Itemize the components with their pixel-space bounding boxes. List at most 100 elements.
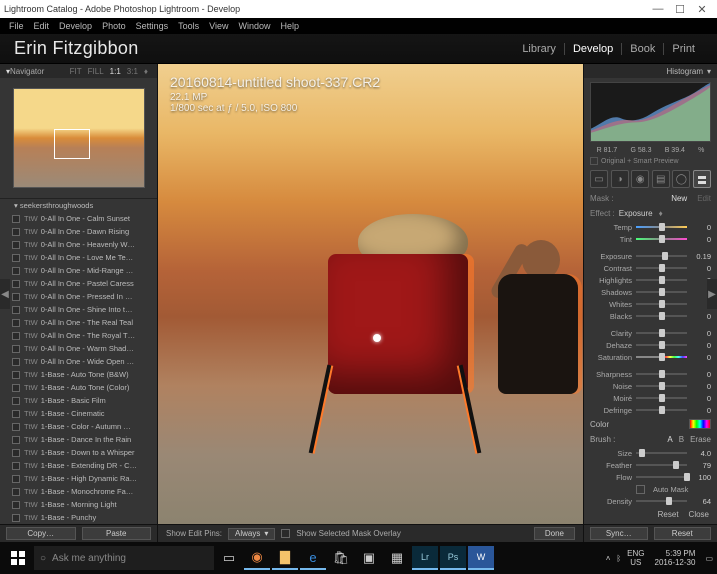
- preset-item[interactable]: TtW1-Base - Extending DR - C…: [0, 459, 157, 472]
- slider-feather[interactable]: Feather79: [590, 459, 711, 471]
- nav-zoom-fill[interactable]: FILL: [85, 67, 107, 76]
- slider-flow[interactable]: Flow100: [590, 471, 711, 483]
- slider-density[interactable]: Density64: [590, 495, 711, 507]
- module-print[interactable]: Print: [664, 43, 703, 55]
- menu-settings[interactable]: Settings: [131, 21, 174, 31]
- close-button[interactable]: ✕: [691, 3, 713, 16]
- brush-b[interactable]: B: [679, 435, 684, 444]
- adjustment-pin[interactable]: [373, 334, 381, 342]
- taskbar-app2-icon[interactable]: ▦: [384, 546, 410, 570]
- brush-erase[interactable]: Erase: [690, 435, 711, 444]
- taskbar-app1-icon[interactable]: ▣: [356, 546, 382, 570]
- preset-item[interactable]: TtW0-All In One - Love Me Te…: [0, 251, 157, 264]
- slider-temp[interactable]: Temp0: [590, 221, 711, 233]
- automask-row[interactable]: Auto Mask: [590, 483, 711, 495]
- mask-edit-button[interactable]: Edit: [697, 194, 711, 203]
- slider-size[interactable]: Size4.0: [590, 447, 711, 459]
- preset-item[interactable]: TtW1-Base - Morning Light: [0, 498, 157, 511]
- tray-bluetooth-icon[interactable]: ᛒ: [616, 554, 621, 563]
- menu-window[interactable]: Window: [234, 21, 276, 31]
- crop-tool-icon[interactable]: ▭: [590, 170, 608, 188]
- gradient-tool-icon[interactable]: ▤: [652, 170, 670, 188]
- mask-new-button[interactable]: New: [671, 194, 687, 203]
- slider-blacks[interactable]: Blacks0: [590, 310, 711, 322]
- tray-clock[interactable]: 5:39 PM2016-12-30: [651, 549, 700, 567]
- slider-tint[interactable]: Tint0: [590, 233, 711, 245]
- slider-saturation[interactable]: Saturation0: [590, 351, 711, 363]
- original-checkbox[interactable]: [590, 157, 598, 165]
- tray-up-icon[interactable]: ˄: [606, 554, 611, 563]
- preset-item[interactable]: TtW1-Base - High Dynamic Ra…: [0, 472, 157, 485]
- taskbar-word-icon[interactable]: W: [468, 546, 494, 570]
- preset-item[interactable]: TtW1-Base - Monochrome Fa…: [0, 485, 157, 498]
- preset-item[interactable]: TtW0-All In One - Shine Into t…: [0, 303, 157, 316]
- slider-sharpness[interactable]: Sharpness0: [590, 368, 711, 380]
- minimize-button[interactable]: —: [647, 3, 669, 15]
- system-tray[interactable]: ˄ ᛒ ENGUS 5:39 PM2016-12-30 ▭: [606, 549, 713, 567]
- nav-zoom-1to1[interactable]: 1:1: [107, 67, 124, 76]
- taskbar-lightroom-icon[interactable]: Lr: [412, 546, 438, 570]
- preset-item[interactable]: TtW0-All In One - Calm Sunset: [0, 212, 157, 225]
- preset-item[interactable]: TtW0-All In One - Pressed In …: [0, 290, 157, 303]
- slider-moiré[interactable]: Moiré0: [590, 392, 711, 404]
- show-mask-checkbox[interactable]: [281, 529, 290, 538]
- taskbar-edge-icon[interactable]: e: [300, 546, 326, 570]
- slider-whites[interactable]: Whites0: [590, 298, 711, 310]
- nav-zoom-fit[interactable]: FIT: [67, 67, 85, 76]
- preset-item[interactable]: TtW0-All In One - Heavenly W…: [0, 238, 157, 251]
- preset-item[interactable]: TtW1-Base - Down to a Whisper: [0, 446, 157, 459]
- slider-contrast[interactable]: Contrast0: [590, 262, 711, 274]
- preset-item[interactable]: TtW0-All In One - Mid-Range …: [0, 264, 157, 277]
- nav-zoom-3to1[interactable]: 3:1: [124, 67, 141, 76]
- menu-file[interactable]: File: [4, 21, 29, 31]
- navigator-thumbnail[interactable]: [0, 78, 157, 198]
- slider-dehaze[interactable]: Dehaze0: [590, 339, 711, 351]
- effect-row[interactable]: Effect : Exposure ♦: [584, 206, 717, 221]
- original-preview-row[interactable]: Original + Smart Preview: [584, 155, 717, 167]
- menu-photo[interactable]: Photo: [97, 21, 131, 31]
- preset-item[interactable]: TtW1-Base - Cinematic: [0, 407, 157, 420]
- preset-item[interactable]: TtW0-All In One - The Royal T…: [0, 329, 157, 342]
- image-canvas[interactable]: 20160814-untitled shoot-337.CR2 22.1 MP …: [158, 64, 583, 524]
- show-edit-pins-select[interactable]: Always ▾: [228, 528, 275, 540]
- menu-view[interactable]: View: [204, 21, 233, 31]
- taskbar-search[interactable]: ○ Ask me anything: [34, 546, 214, 570]
- preset-item[interactable]: TtW1-Base - Auto Tone (Color): [0, 381, 157, 394]
- preset-item[interactable]: TtW0-All In One - Wide Open …: [0, 355, 157, 368]
- histogram-header[interactable]: Histogram ▾: [584, 64, 717, 78]
- preset-item[interactable]: TtW1-Base - Dance In the Rain: [0, 433, 157, 446]
- brush-tool-icon[interactable]: 〓: [693, 170, 711, 188]
- preset-item[interactable]: TtW0-All In One - Dawn Rising: [0, 225, 157, 238]
- tray-language[interactable]: ENGUS: [627, 549, 644, 567]
- module-book[interactable]: Book: [622, 43, 664, 55]
- right-panel-handle-icon[interactable]: ▶: [707, 279, 717, 309]
- slider-exposure[interactable]: Exposure0.19: [590, 250, 711, 262]
- module-library[interactable]: Library: [514, 43, 565, 55]
- paste-button[interactable]: Paste: [82, 527, 152, 540]
- start-button[interactable]: [4, 546, 32, 570]
- slider-shadows[interactable]: Shadows0: [590, 286, 711, 298]
- taskbar-chrome-icon[interactable]: ◉: [244, 546, 270, 570]
- brush-close[interactable]: Close: [689, 510, 709, 519]
- redeye-tool-icon[interactable]: ◉: [631, 170, 649, 188]
- preset-item[interactable]: TtW1-Base - Punchy: [0, 511, 157, 524]
- menu-help[interactable]: Help: [276, 21, 305, 31]
- menu-edit[interactable]: Edit: [29, 21, 55, 31]
- menu-develop[interactable]: Develop: [54, 21, 97, 31]
- copy-button[interactable]: Copy…: [6, 527, 76, 540]
- task-view-icon[interactable]: ▭: [216, 546, 242, 570]
- preset-item[interactable]: TtW0-All In One - Pastel Caress: [0, 277, 157, 290]
- slider-clarity[interactable]: Clarity0: [590, 327, 711, 339]
- brush-a[interactable]: A: [667, 435, 672, 444]
- sync-button[interactable]: Sync…: [590, 527, 648, 540]
- preset-item[interactable]: ▾ seekersthroughwoods: [0, 199, 157, 212]
- navigator-viewport-rect[interactable]: [54, 129, 90, 159]
- preset-list[interactable]: ▾ seekersthroughwoodsTtW0-All In One - C…: [0, 198, 157, 524]
- module-develop[interactable]: Develop: [565, 43, 622, 55]
- slider-highlights[interactable]: Highlights0: [590, 274, 711, 286]
- radial-tool-icon[interactable]: ◯: [672, 170, 690, 188]
- tray-notifications-icon[interactable]: ▭: [705, 554, 713, 563]
- spot-tool-icon[interactable]: ◑: [611, 170, 629, 188]
- taskbar-explorer-icon[interactable]: ▇: [272, 546, 298, 570]
- preset-item[interactable]: TtW0-All In One - Warm Shad…: [0, 342, 157, 355]
